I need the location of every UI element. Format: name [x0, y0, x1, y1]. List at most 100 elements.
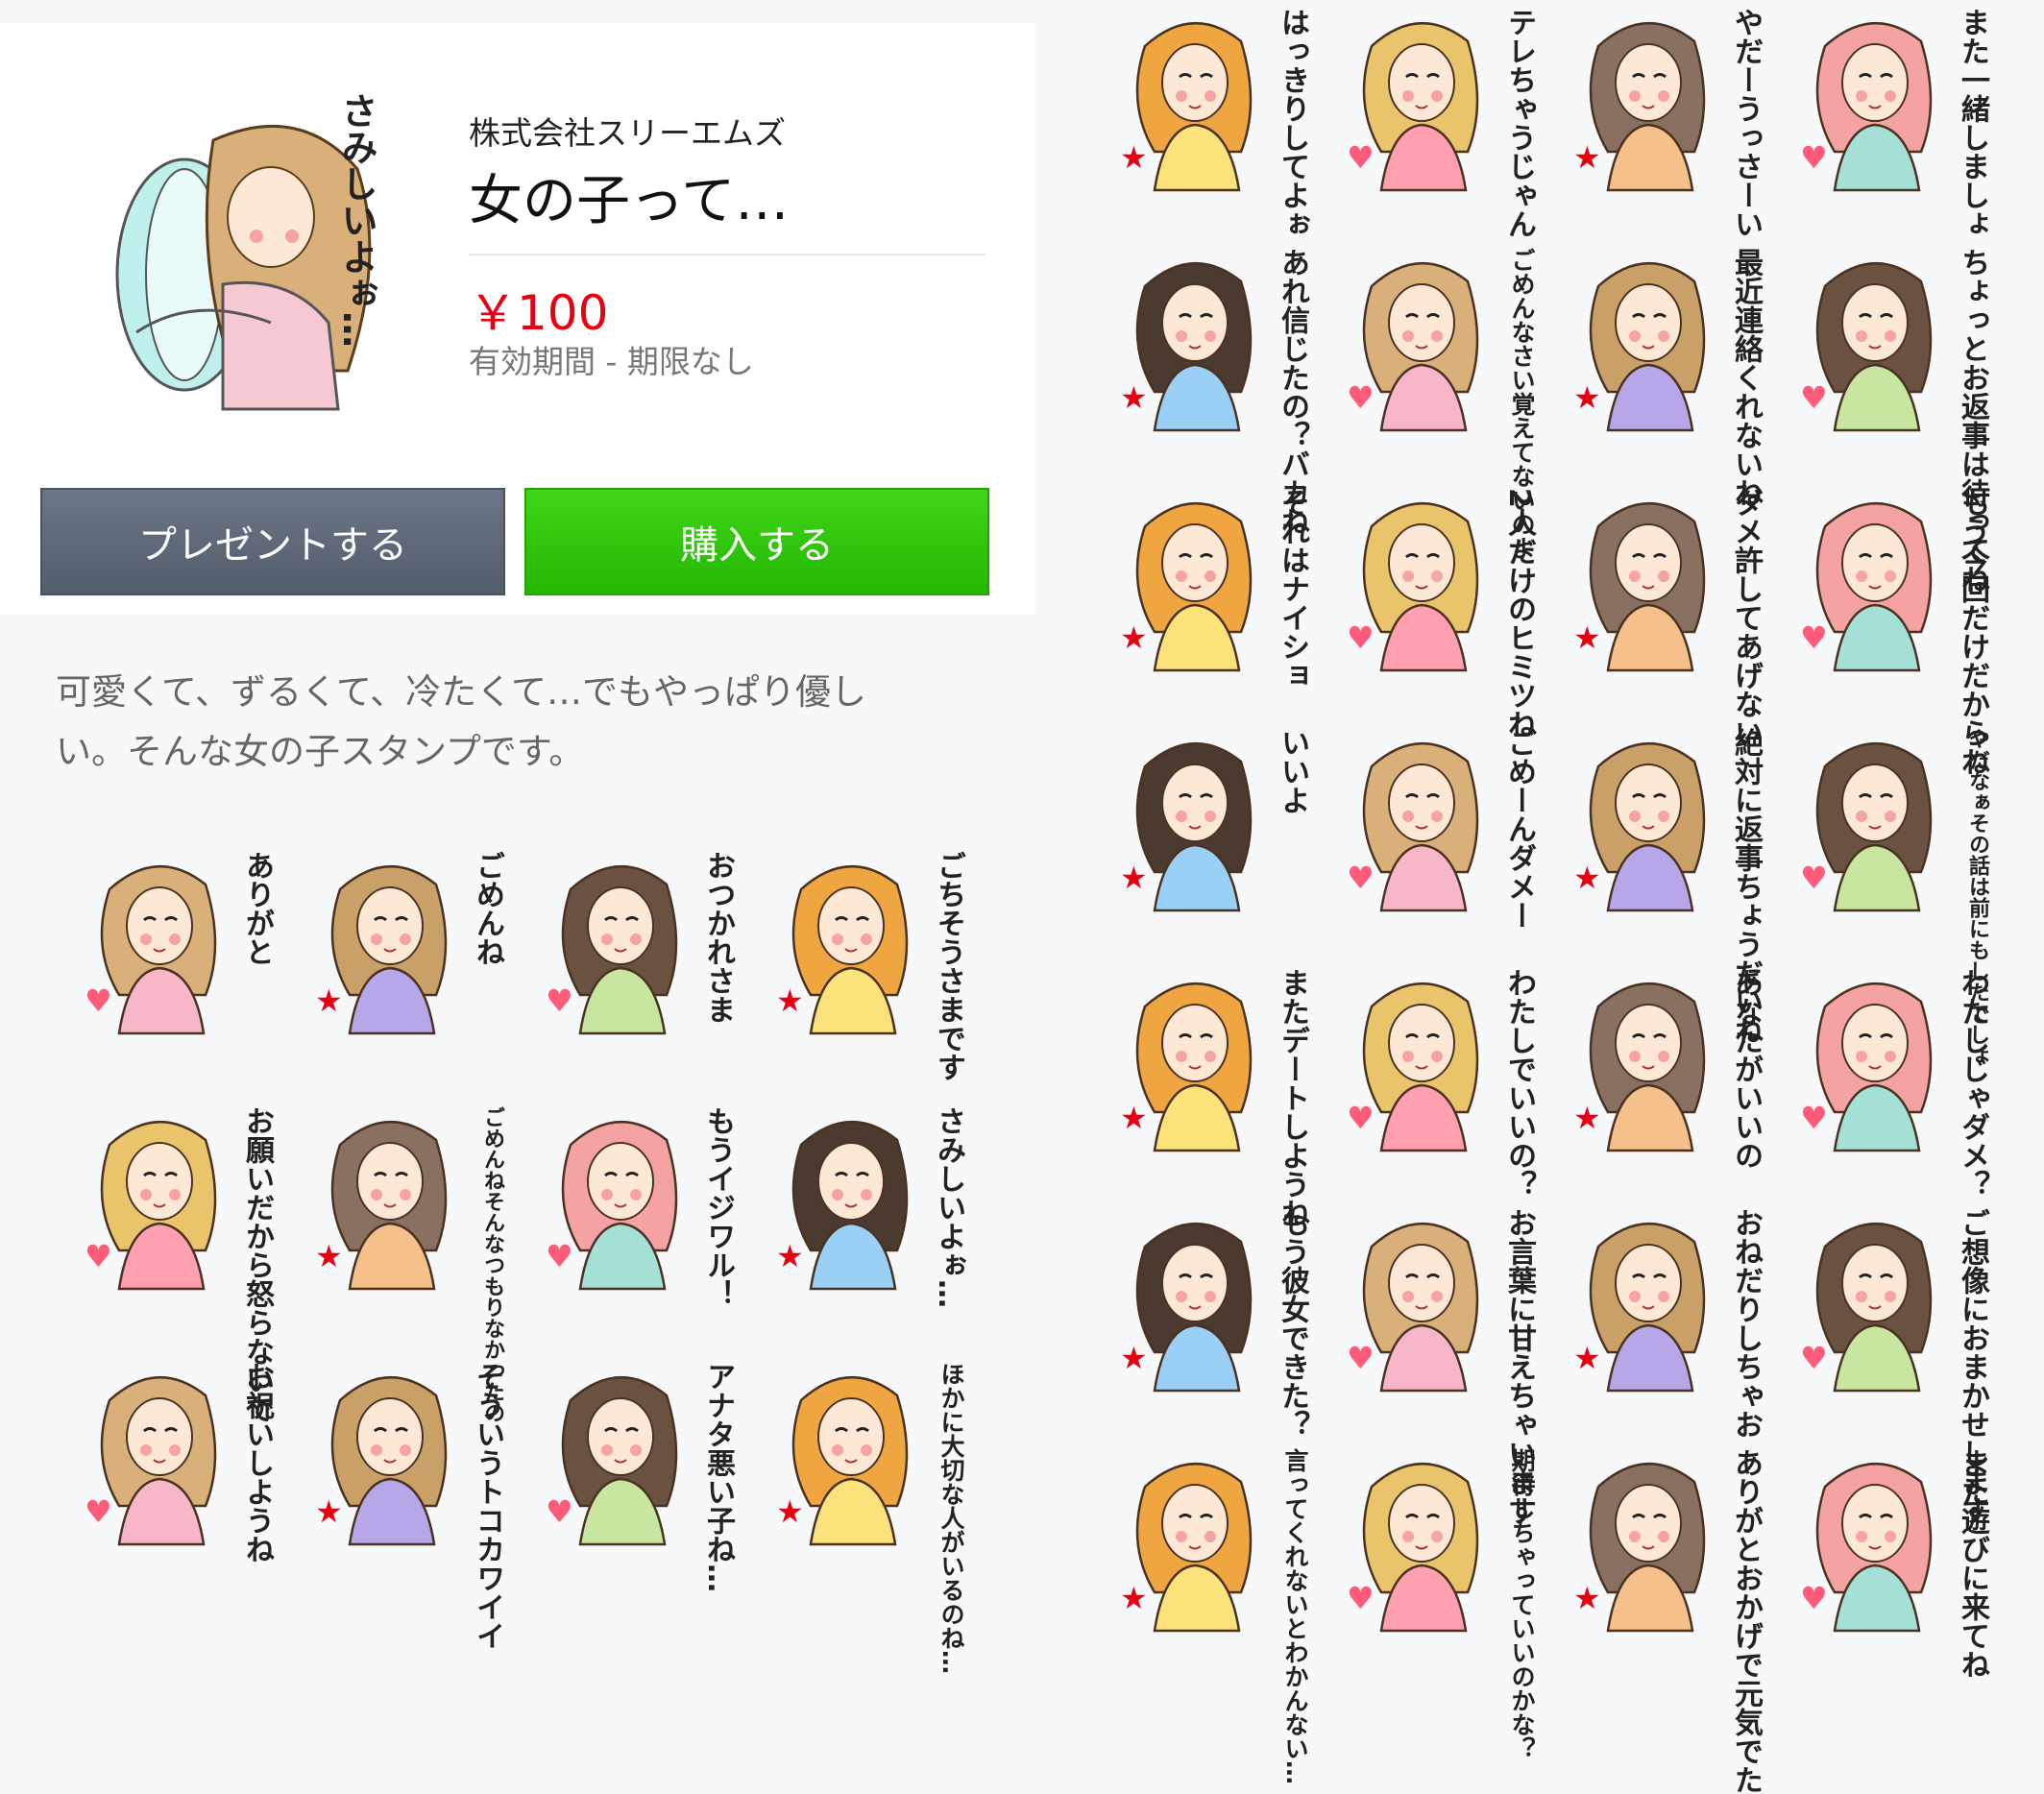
divider [469, 254, 986, 255]
heart-icon: ♥ [1347, 1100, 1375, 1136]
right-sticker-5[interactable]: ♥ テレちゃうじゃん [1343, 8, 1536, 238]
star-icon: ★ [315, 1238, 343, 1274]
right-sticker-8[interactable]: ★ あれ信じたの？バカね [1116, 248, 1309, 536]
right-sticker-24[interactable]: ★ もう彼女できた？ [1116, 1208, 1309, 1439]
heart-icon: ♥ [1347, 619, 1375, 656]
sticker-caption: もう彼女できた？ [1276, 1208, 1309, 1439]
sticker-caption: ご想像におまかせします [1956, 1208, 1989, 1525]
sticker-caption: あれ信じたの？バカね [1276, 248, 1309, 536]
sticker-caption: ごめんね [471, 851, 504, 966]
star-icon: ★ [1120, 619, 1148, 656]
heart-icon: ♥ [1800, 1580, 1828, 1616]
sticker-caption: ごめんなさい覚えてないのよ [1508, 248, 1536, 560]
star-icon: ★ [1573, 379, 1601, 416]
sticker-caption: またデートしようね [1276, 968, 1309, 1227]
sticker-caption: それはナイショ [1276, 488, 1309, 690]
left-sticker-8[interactable]: ★ さみしいよぉ… [772, 1106, 965, 1308]
sticker-caption: ダメ許してあげない [1729, 488, 1763, 747]
right-sticker-18[interactable]: ★ 絶対に返事ちょうだいね [1570, 728, 1763, 1045]
heart-icon: ♥ [546, 1238, 573, 1274]
heart-icon: ♥ [1800, 379, 1828, 416]
sticker-caption: 言ってくれないとわかんない… [1281, 1448, 1309, 1784]
right-sticker-21[interactable]: ♥ わたしでいいの？ [1343, 968, 1536, 1199]
star-icon: ★ [776, 1493, 804, 1530]
left-sticker-2[interactable]: ★ ごめんね [311, 851, 504, 1043]
right-sticker-14[interactable]: ★ ダメ許してあげない [1570, 488, 1763, 747]
right-sticker-23[interactable]: ♥ わたしじゃダメ？ [1796, 968, 1989, 1199]
left-sticker-10[interactable]: ★ そういうトコカワイイ [311, 1362, 504, 1650]
right-sticker-11[interactable]: ♥ ちょっとお返事は待ってね [1796, 248, 1989, 594]
left-sticker-11[interactable]: ♥ アナタ悪い子ね… [542, 1362, 735, 1592]
sticker-caption: ごちそうさまです [932, 851, 965, 1081]
right-sticker-30[interactable]: ★ ありがとおかげで元気でた [1570, 1448, 1763, 1794]
right-sticker-29[interactable]: ♥ 期待しちゃっていいのかな？ [1343, 1448, 1536, 1760]
product-description: 可愛くて、ずるくて、冷たくて…でもやっぱり優しい。そんな女の子スタンプです。 [56, 671, 866, 772]
heart-icon: ♥ [1347, 1340, 1375, 1376]
heart-icon: ♥ [1347, 1580, 1375, 1616]
right-sticker-12[interactable]: ★ それはナイショ [1116, 488, 1309, 690]
left-sticker-3[interactable]: ♥ おつかれさま [542, 851, 735, 1043]
gift-button[interactable]: プレゼントする [40, 488, 505, 595]
product-price: ￥100 [469, 285, 609, 341]
star-icon: ★ [1120, 1100, 1148, 1136]
sticker-caption: テレちゃうじゃん [1502, 8, 1536, 238]
star-icon: ★ [776, 982, 804, 1019]
left-sticker-5[interactable]: ♥ お願いだから怒らないで [81, 1106, 274, 1423]
heart-icon: ♥ [85, 1238, 112, 1274]
sticker-caption: おつかれさま [701, 851, 735, 1024]
sticker-caption: いいよ [1276, 728, 1309, 814]
sticker-caption: ほかに大切な人がいるのね… [937, 1362, 965, 1674]
left-sticker-4[interactable]: ★ ごちそうさまです [772, 851, 965, 1081]
sticker-caption: 2人だけのヒミツね [1502, 488, 1536, 739]
right-sticker-19[interactable]: ♥ やだなぁその話は前にもしたでしょ [1796, 728, 1989, 1066]
heart-icon: ♥ [1347, 139, 1375, 176]
star-icon: ★ [776, 1238, 804, 1274]
sticker-caption: お祝いしようね [240, 1362, 274, 1564]
right-sticker-7[interactable]: ♥ また一緒しましょ [1796, 8, 1989, 238]
right-sticker-9[interactable]: ♥ ごめんなさい覚えてないのよ [1343, 248, 1536, 560]
right-sticker-10[interactable]: ★ 最近連絡くれないね [1570, 248, 1763, 507]
sticker-caption: ありがと [240, 851, 274, 966]
right-sticker-27[interactable]: ♥ ご想像におまかせします [1796, 1208, 1989, 1525]
left-sticker-6[interactable]: ★ ごめんねそんなつもりなかったの [311, 1106, 504, 1423]
right-sticker-22[interactable]: ★ あなたがいいの [1570, 968, 1763, 1170]
sticker-caption: 最近連絡くれないね [1729, 248, 1763, 507]
star-icon: ★ [1573, 1340, 1601, 1376]
left-sticker-1[interactable]: ♥ ありがと [81, 851, 274, 1043]
sticker-caption: ありがとおかげで元気でた [1729, 1448, 1763, 1794]
star-icon: ★ [315, 982, 343, 1019]
right-sticker-26[interactable]: ★ おねだりしちゃお [1570, 1208, 1763, 1439]
sticker-caption: もうイジワル！ [701, 1106, 735, 1308]
right-sticker-25[interactable]: ♥ お言葉に甘えちゃいます [1343, 1208, 1536, 1525]
right-sticker-16[interactable]: ★ いいよ [1116, 728, 1309, 920]
heart-icon: ♥ [546, 1493, 573, 1530]
sticker-caption: お願いだから怒らないで [240, 1106, 274, 1423]
left-sticker-12[interactable]: ★ ほかに大切な人がいるのね… [772, 1362, 965, 1674]
right-sticker-17[interactable]: ♥ ごめーんダメー [1343, 728, 1536, 930]
sticker-caption: もう今回だけだからね [1956, 488, 1989, 776]
right-sticker-28[interactable]: ★ 言ってくれないとわかんない… [1116, 1448, 1309, 1784]
sticker-caption: 期待しちゃっていいのかな？ [1508, 1448, 1536, 1760]
sticker-caption: ちょっとお返事は待ってね [1956, 248, 1989, 594]
right-sticker-20[interactable]: ★ またデートしようね [1116, 968, 1309, 1227]
heart-icon: ♥ [1800, 619, 1828, 656]
sticker-caption: また遊びに来てね [1956, 1448, 1989, 1679]
publisher-name[interactable]: 株式会社スリーエムズ [469, 108, 786, 154]
right-sticker-31[interactable]: ♥ また遊びに来てね [1796, 1448, 1989, 1679]
heart-icon: ♥ [1800, 1340, 1828, 1376]
right-sticker-4[interactable]: ★ はっきりしてよぉ [1116, 8, 1309, 238]
left-sticker-9[interactable]: ♥ お祝いしようね [81, 1362, 274, 1564]
gift-button-label: プレゼントする [138, 523, 407, 568]
buy-button[interactable]: 購入する [524, 488, 989, 595]
sticker-caption: お言葉に甘えちゃいます [1502, 1208, 1536, 1525]
star-icon: ★ [1573, 619, 1601, 656]
right-sticker-15[interactable]: ♥ もう今回だけだからね [1796, 488, 1989, 776]
star-icon: ★ [1120, 1580, 1148, 1616]
left-sticker-7[interactable]: ♥ もうイジワル！ [542, 1106, 735, 1308]
right-sticker-6[interactable]: ★ やだーうっさーい [1570, 8, 1763, 238]
star-icon: ★ [1120, 1340, 1148, 1376]
buy-button-label: 購入する [680, 523, 834, 568]
right-sticker-13[interactable]: ♥ 2人だけのヒミツね [1343, 488, 1536, 739]
star-icon: ★ [1120, 379, 1148, 416]
sticker-caption: ごめーんダメー [1502, 728, 1536, 930]
